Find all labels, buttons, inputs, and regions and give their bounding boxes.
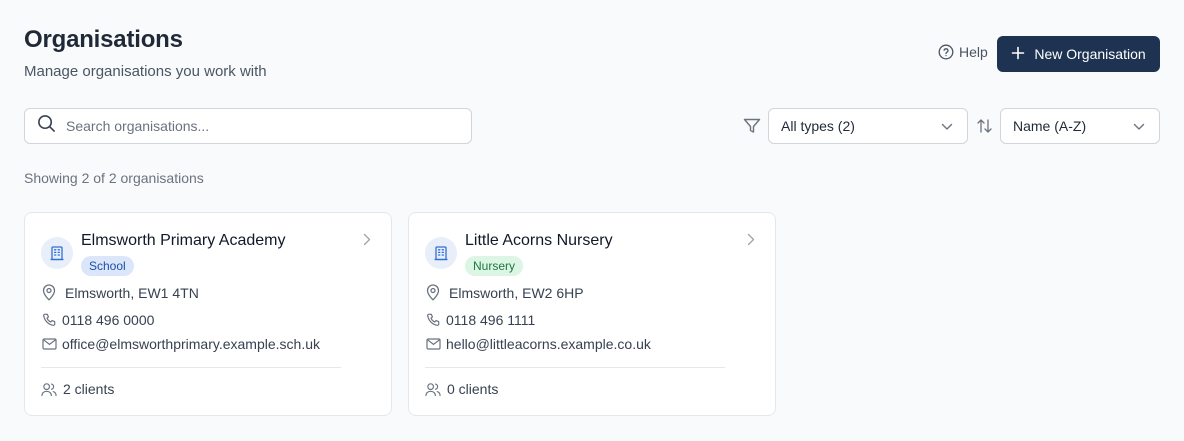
building-icon: [41, 237, 73, 269]
building-icon: [425, 237, 457, 269]
question-circle-icon: [938, 44, 954, 60]
phone-text: 0118 496 0000: [62, 312, 155, 328]
new-organisation-button[interactable]: New Organisation: [997, 36, 1160, 72]
type-filter-value: All types (2): [781, 118, 855, 134]
chevron-down-icon: [941, 118, 953, 134]
type-badge: Nursery: [465, 256, 524, 276]
help-label: Help: [959, 44, 988, 60]
clients-row: 2 clients: [41, 381, 114, 397]
chevron-right-icon: [747, 233, 755, 251]
map-pin-icon: [425, 284, 441, 301]
organisation-card[interactable]: Elmsworth Primary Academy School Elmswor…: [24, 212, 392, 416]
location-row: Elmsworth, EW2 6HP: [425, 284, 584, 301]
clients-text: 2 clients: [63, 381, 115, 397]
page-title: Organisations: [24, 26, 183, 53]
card-divider: [425, 367, 725, 368]
phone-icon: [425, 313, 441, 328]
phone-row: 0118 496 1111: [425, 312, 535, 328]
card-divider: [41, 367, 341, 368]
location-text: Elmsworth, EW1 4TN: [65, 284, 199, 301]
mail-icon: [41, 338, 57, 350]
location-row: Elmsworth, EW1 4TN: [41, 284, 199, 301]
search-icon: [37, 114, 56, 138]
search-box[interactable]: [24, 108, 472, 144]
sort-value: Name (A-Z): [1013, 118, 1087, 134]
phone-icon: [41, 313, 57, 328]
users-icon: [41, 382, 57, 397]
page-subtitle: Manage organisations you work with: [24, 63, 267, 80]
organisation-name: Little Acorns Nursery: [465, 232, 613, 249]
type-badge: School: [81, 256, 134, 276]
email-row: office@elmsworthprimary.example.sch.uk: [41, 336, 320, 352]
new-organisation-label: New Organisation: [1034, 46, 1146, 62]
map-pin-icon: [41, 284, 57, 301]
sort-icon: [976, 117, 993, 140]
organisation-card[interactable]: Little Acorns Nursery Nursery Elmsworth,…: [408, 212, 776, 416]
location-text: Elmsworth, EW2 6HP: [449, 284, 584, 301]
organisation-name: Elmsworth Primary Academy: [81, 232, 286, 249]
clients-row: 0 clients: [425, 381, 498, 397]
phone-text: 0118 496 1111: [446, 312, 536, 328]
phone-row: 0118 496 0000: [41, 312, 154, 328]
help-link[interactable]: Help: [938, 44, 988, 60]
search-input[interactable]: [66, 118, 446, 134]
filter-icon: [743, 117, 761, 140]
clients-text: 0 clients: [447, 381, 499, 397]
email-text: hello@littleacorns.example.co.uk: [446, 336, 651, 352]
type-filter-select[interactable]: All types (2): [768, 108, 968, 144]
chevron-right-icon: [363, 233, 371, 251]
email-row: hello@littleacorns.example.co.uk: [425, 336, 651, 352]
email-text: office@elmsworthprimary.example.sch.uk: [62, 336, 321, 352]
mail-icon: [425, 338, 441, 350]
sort-select[interactable]: Name (A-Z): [1000, 108, 1160, 144]
results-count: Showing 2 of 2 organisations: [24, 170, 204, 186]
plus-icon: [1011, 46, 1025, 63]
users-icon: [425, 382, 441, 397]
chevron-down-icon: [1133, 118, 1145, 134]
